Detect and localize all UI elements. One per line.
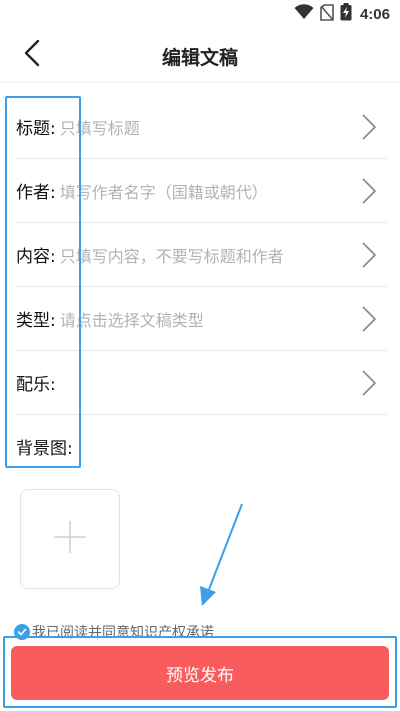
- no-sim-icon: [320, 3, 334, 25]
- author-row[interactable]: 作者: 填写作者名字（国籍或朝代）: [16, 159, 387, 223]
- agreement-text[interactable]: 我已阅读并同意知识产权承诺: [32, 623, 214, 641]
- type-placeholder: 请点击选择文稿类型: [59, 310, 204, 330]
- title-label: 标题:: [16, 119, 56, 139]
- status-icons: 4:06: [294, 3, 390, 25]
- status-time: 4:06: [359, 5, 390, 23]
- chevron-right-icon: [362, 369, 376, 396]
- plus-icon: [52, 519, 88, 559]
- title-placeholder: 只填写标题: [59, 118, 140, 138]
- header: 编辑文稿: [0, 28, 400, 83]
- page-title: 编辑文稿: [161, 47, 238, 69]
- wifi-icon: [294, 4, 314, 24]
- content-label: 内容:: [16, 247, 56, 267]
- check-icon: [17, 628, 27, 636]
- battery-charging-icon: [340, 3, 352, 25]
- content-row[interactable]: 内容: 只填写内容，不要写标题和作者: [16, 223, 387, 287]
- chevron-right-icon: [362, 113, 376, 140]
- add-image-button[interactable]: [20, 489, 120, 589]
- music-label: 配乐:: [16, 375, 56, 395]
- status-bar: 4:06: [0, 0, 400, 28]
- background-image-label: 背景图:: [16, 439, 73, 459]
- music-row[interactable]: 配乐:: [16, 351, 387, 415]
- type-row[interactable]: 类型: 请点击选择文稿类型: [16, 287, 387, 351]
- background-image-row: 背景图:: [16, 415, 387, 478]
- chevron-right-icon: [362, 177, 376, 204]
- article-form: 标题: 只填写标题 作者: 填写作者名字（国籍或朝代） 内容: 只填写内容，不要…: [0, 95, 400, 478]
- author-label: 作者:: [16, 183, 56, 203]
- annotation-arrow: [200, 503, 243, 606]
- chevron-right-icon: [362, 241, 376, 268]
- type-label: 类型:: [16, 311, 56, 331]
- content-placeholder: 只填写内容，不要写标题和作者: [59, 246, 284, 266]
- agreement-checkbox[interactable]: [14, 624, 30, 640]
- preview-publish-button[interactable]: 预览发布: [11, 646, 389, 700]
- chevron-right-icon: [362, 305, 376, 332]
- title-row[interactable]: 标题: 只填写标题: [16, 95, 387, 159]
- agreement: 我已阅读并同意知识产权承诺: [14, 623, 214, 641]
- author-placeholder: 填写作者名字（国籍或朝代）: [59, 182, 268, 202]
